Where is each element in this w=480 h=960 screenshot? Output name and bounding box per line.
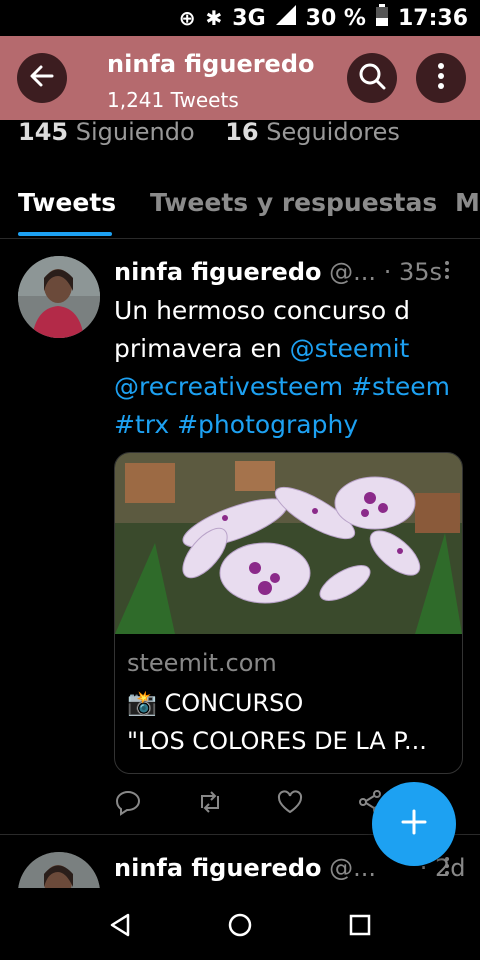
follow-stats: 145 Siguiendo 16 Seguidores [18, 118, 400, 146]
recents-square-icon[interactable] [343, 908, 377, 942]
tweet-text-line: Un hermoso concurso d [114, 296, 410, 325]
search-icon [357, 61, 387, 95]
more-vertical-icon [437, 62, 445, 94]
hashtag-link[interactable]: #photography [177, 410, 358, 439]
plus-icon [399, 807, 429, 841]
battery-icon [375, 4, 388, 32]
reply-icon[interactable] [114, 788, 146, 820]
camera-flash-icon: 📸 [127, 689, 157, 717]
tweet-text: Un hermoso concurso d primavera en @stee… [114, 292, 464, 444]
retweet-icon[interactable] [196, 788, 228, 820]
following-count: 145 [18, 118, 69, 146]
card-title-line: "LOS COLORES DE LA P... [127, 727, 427, 755]
back-arrow-icon [28, 62, 56, 94]
mention-link[interactable]: @recreativesteem [114, 372, 343, 401]
search-button[interactable] [347, 53, 397, 103]
followers-link[interactable]: 16 Seguidores [225, 118, 400, 146]
mention-link[interactable]: @steemit [290, 334, 410, 363]
avatar[interactable] [18, 256, 100, 338]
bluetooth-icon: ✱ [205, 6, 223, 30]
following-label: Siguiendo [75, 118, 195, 146]
signal-icon [275, 5, 296, 31]
compose-tweet-button[interactable] [372, 782, 456, 866]
card-title: 📸 CONCURSO [127, 689, 303, 717]
tweet-author-name[interactable]: ninfa figueredo [114, 258, 322, 286]
tweet-menu-icon[interactable] [444, 260, 450, 286]
tweet-author-name[interactable]: ninfa figueredo [114, 854, 322, 882]
card-title-line: CONCURSO [164, 689, 304, 717]
card-domain: steemit.com [127, 649, 277, 677]
status-bar: ⊕ ✱ 3G 30 % 17:36 [0, 0, 480, 36]
tweet-text-line: primavera en [114, 334, 290, 363]
tweet[interactable]: ninfa figueredo @... · 35s Un hermoso co… [0, 240, 480, 835]
tab-media[interactable]: M [455, 188, 480, 217]
tab-tweets-replies[interactable]: Tweets y respuestas [150, 188, 437, 217]
tweet-menu-icon[interactable] [444, 856, 450, 882]
home-circle-icon[interactable] [223, 908, 257, 942]
back-triangle-icon[interactable] [103, 908, 137, 942]
network-type: 3G [232, 5, 266, 31]
hashtag-link[interactable]: #steem [351, 372, 450, 401]
battery-level: 30 % [305, 5, 366, 31]
like-icon[interactable] [276, 788, 308, 820]
back-button[interactable] [17, 53, 67, 103]
profile-header: ninfa figueredo 1,241 Tweets [0, 36, 480, 120]
header-title: ninfa figueredo [107, 50, 315, 78]
avatar[interactable] [18, 852, 100, 888]
card-image [115, 453, 462, 634]
active-tab-indicator [18, 232, 112, 236]
tweet-author-handle: @... [329, 258, 377, 286]
following-link[interactable]: 145 Siguiendo [18, 118, 195, 146]
followers-count: 16 [225, 118, 259, 146]
followers-label: Seguidores [266, 118, 400, 146]
header-tweet-count: 1,241 Tweets [107, 88, 239, 112]
clock: 17:36 [397, 5, 468, 31]
tab-tweets[interactable]: Tweets [18, 188, 116, 217]
more-options-button[interactable] [416, 53, 466, 103]
system-nav-bar [0, 888, 480, 960]
tweet-timestamp: · 35s [383, 258, 442, 286]
hashtag-link[interactable]: #trx [114, 410, 169, 439]
tweet-header: ninfa figueredo @... · 35s [114, 258, 464, 286]
profile-tabs: Tweets Tweets y respuestas M [0, 180, 480, 239]
data-saver-icon: ⊕ [178, 6, 196, 30]
tweet-author-handle: @... [329, 854, 377, 882]
link-preview-card[interactable]: steemit.com 📸 CONCURSO "LOS COLORES DE L… [114, 452, 463, 774]
